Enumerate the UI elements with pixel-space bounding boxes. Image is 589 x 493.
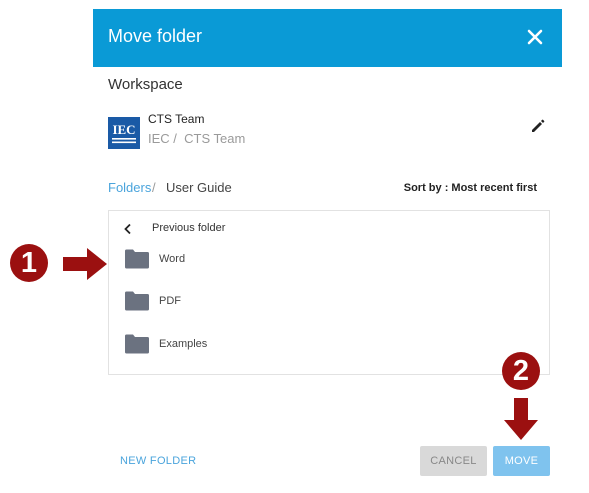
move-button[interactable]: MOVE — [493, 446, 550, 476]
breadcrumb-current: User Guide — [166, 180, 232, 195]
folder-name: PDF — [159, 295, 181, 307]
breadcrumb-folders-link[interactable]: Folders — [108, 180, 151, 195]
chevron-left-icon — [124, 223, 131, 235]
step-1-marker: 1 — [10, 244, 48, 282]
folder-item-pdf[interactable]: PDF — [124, 290, 424, 314]
arrow-right-icon — [63, 248, 107, 280]
pencil-icon[interactable] — [529, 117, 547, 135]
new-folder-button[interactable]: NEW FOLDER — [120, 455, 196, 467]
arrow-down-icon — [504, 398, 538, 440]
team-path-org: IEC — [148, 131, 170, 146]
move-folder-dialog: Move folder Workspace IEC CTS Team IEC /… — [93, 9, 562, 493]
folder-item-word[interactable]: Word — [124, 248, 424, 272]
folder-item-examples[interactable]: Examples — [124, 333, 424, 357]
dialog-header: Move folder — [93, 9, 562, 67]
folder-name: Word — [159, 253, 186, 265]
team-path: IEC / CTS Team — [148, 131, 246, 146]
folder-icon — [125, 334, 149, 354]
team-name: CTS Team — [148, 112, 205, 126]
step-2-marker: 2 — [502, 352, 540, 390]
close-icon[interactable] — [521, 23, 549, 51]
workspace-label: Workspace — [108, 76, 183, 93]
folder-name: Examples — [159, 338, 208, 350]
breadcrumb-separator: / — [152, 180, 156, 195]
sort-dropdown[interactable]: Sort by : Most recent first — [404, 182, 537, 194]
cancel-button[interactable]: CANCEL — [420, 446, 487, 476]
iec-logo: IEC — [108, 117, 140, 149]
dialog-title: Move folder — [108, 26, 203, 46]
team-path-team: CTS Team — [184, 131, 246, 146]
folder-list: Previous folder Word PDF Examples — [108, 210, 550, 375]
folder-icon — [125, 249, 149, 269]
previous-folder-label: Previous folder — [152, 222, 226, 234]
folder-icon — [125, 291, 149, 311]
logo-text: IEC — [112, 122, 135, 137]
